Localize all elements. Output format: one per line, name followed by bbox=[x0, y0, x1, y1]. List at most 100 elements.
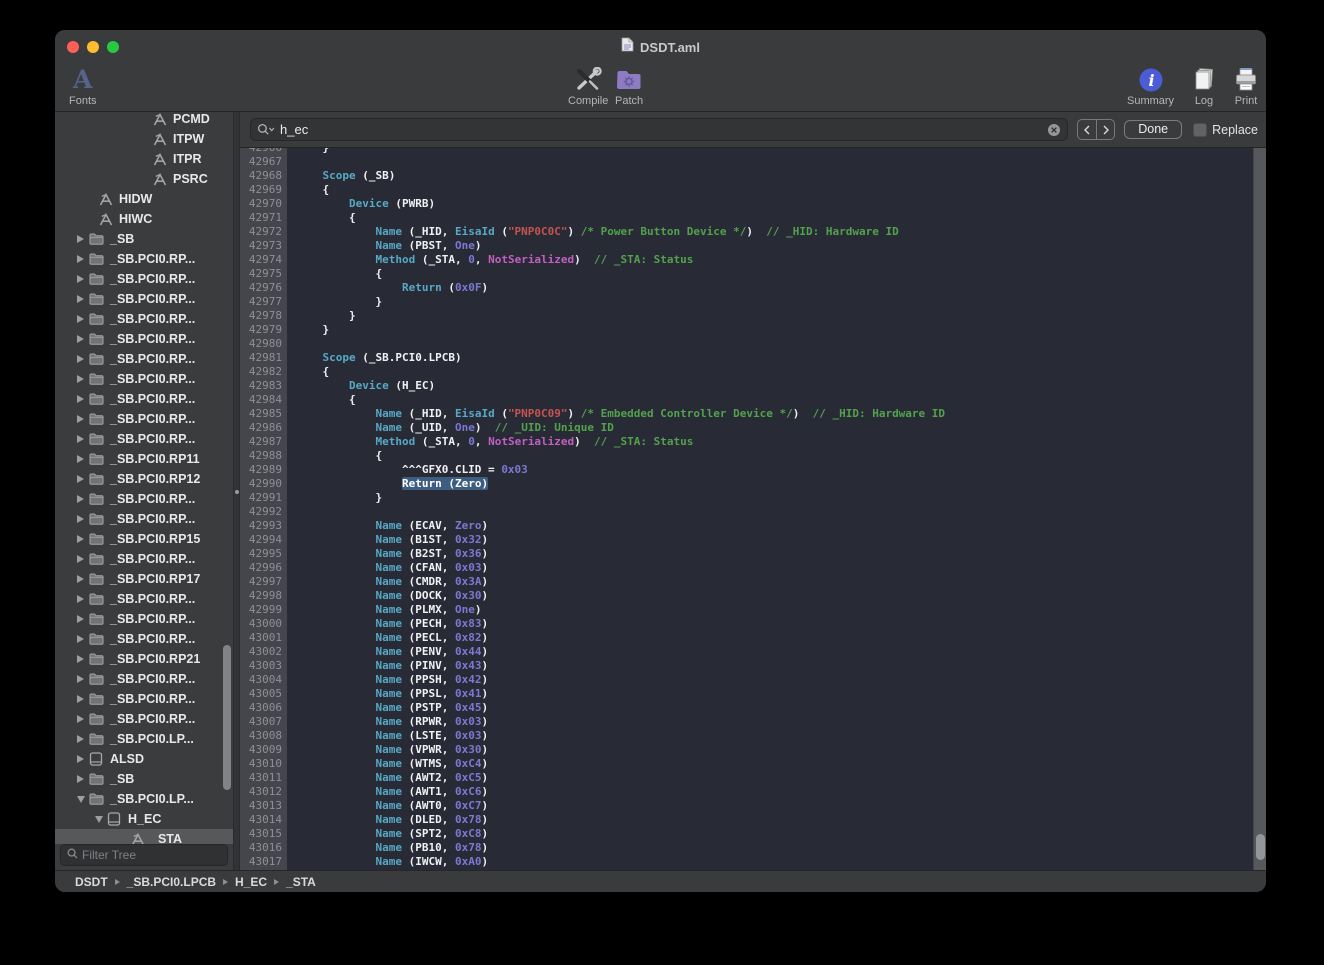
patch-button[interactable]: Patch bbox=[615, 66, 643, 107]
disclosure-collapsed-icon[interactable] bbox=[77, 274, 88, 284]
disclosure-collapsed-icon[interactable] bbox=[77, 414, 88, 424]
disclosure-collapsed-icon[interactable] bbox=[77, 534, 88, 544]
tree-item-_sbpci0rp[interactable]: _SB.PCI0.RP... bbox=[55, 289, 233, 309]
tree-item-_sta[interactable]: _STA bbox=[55, 829, 233, 844]
tree-item-label: _SB.PCI0.RP... bbox=[110, 632, 195, 646]
breadcrumb-item[interactable]: DSDT bbox=[75, 875, 108, 889]
replace-toggle[interactable]: Replace bbox=[1193, 123, 1258, 137]
find-field[interactable] bbox=[250, 118, 1068, 141]
disclosure-collapsed-icon[interactable] bbox=[77, 594, 88, 604]
disclosure-collapsed-icon[interactable] bbox=[77, 394, 88, 404]
tree-item-_sbpci0rp[interactable]: _SB.PCI0.RP... bbox=[55, 689, 233, 709]
editor-scrollbar[interactable] bbox=[1253, 148, 1266, 870]
disclosure-collapsed-icon[interactable] bbox=[77, 654, 88, 664]
tree-item-itpw[interactable]: ITPW bbox=[55, 129, 233, 149]
tree-item-_sbpci0rp[interactable]: _SB.PCI0.RP... bbox=[55, 589, 233, 609]
tree-item-_sbpci0rp[interactable]: _SB.PCI0.RP... bbox=[55, 489, 233, 509]
disclosure-collapsed-icon[interactable] bbox=[77, 714, 88, 724]
minimize-button[interactable] bbox=[87, 41, 99, 53]
code-editor[interactable]: 4296642967429684296942970429714297242973… bbox=[240, 148, 1266, 870]
tree-item-psrc[interactable]: PSRC bbox=[55, 169, 233, 189]
find-previous-button[interactable] bbox=[1078, 120, 1096, 139]
tree-item-h_ec[interactable]: H_EC bbox=[55, 809, 233, 829]
line-number: 43003 bbox=[240, 659, 282, 673]
disclosure-collapsed-icon[interactable] bbox=[77, 734, 88, 744]
tree-item-_sbpci0rp[interactable]: _SB.PCI0.RP... bbox=[55, 389, 233, 409]
tree-item-_sbpci0lp[interactable]: _SB.PCI0.LP... bbox=[55, 789, 233, 809]
zoom-button[interactable] bbox=[107, 41, 119, 53]
disclosure-collapsed-icon[interactable] bbox=[77, 634, 88, 644]
tree-item-_sbpci0rp[interactable]: _SB.PCI0.RP... bbox=[55, 429, 233, 449]
tree-item-_sbpci0lp[interactable]: _SB.PCI0.LP... bbox=[55, 729, 233, 749]
disclosure-collapsed-icon[interactable] bbox=[77, 614, 88, 624]
editor-scrollbar-thumb[interactable] bbox=[1256, 834, 1265, 860]
disclosure-expanded-icon[interactable] bbox=[95, 814, 106, 824]
disclosure-collapsed-icon[interactable] bbox=[77, 514, 88, 524]
log-button[interactable]: Log bbox=[1191, 66, 1217, 107]
tree-item-_sb[interactable]: _SB bbox=[55, 769, 233, 789]
tree-item-_sbpci0rp[interactable]: _SB.PCI0.RP... bbox=[55, 369, 233, 389]
tree-item-hiwc[interactable]: HIWC bbox=[55, 209, 233, 229]
breadcrumb-item[interactable]: H_EC bbox=[235, 875, 267, 889]
tree-item-_sbpci0rp[interactable]: _SB.PCI0.RP... bbox=[55, 349, 233, 369]
tree-item-_sbpci0rp[interactable]: _SB.PCI0.RP... bbox=[55, 309, 233, 329]
disclosure-collapsed-icon[interactable] bbox=[77, 374, 88, 384]
tree-item-pcmd[interactable]: PCMD bbox=[55, 112, 233, 129]
disclosure-collapsed-icon[interactable] bbox=[77, 354, 88, 364]
disclosure-collapsed-icon[interactable] bbox=[77, 334, 88, 344]
disclosure-collapsed-icon[interactable] bbox=[77, 674, 88, 684]
tree-item-hidw[interactable]: HIDW bbox=[55, 189, 233, 209]
replace-checkbox[interactable] bbox=[1193, 123, 1207, 137]
tree-item-_sbpci0rp[interactable]: _SB.PCI0.RP... bbox=[55, 609, 233, 629]
tree-item-alsd[interactable]: ALSD bbox=[55, 749, 233, 769]
tree-item-_sbpci0rp[interactable]: _SB.PCI0.RP... bbox=[55, 709, 233, 729]
clear-search-icon[interactable] bbox=[1047, 123, 1061, 137]
disclosure-collapsed-icon[interactable] bbox=[77, 434, 88, 444]
disclosure-collapsed-icon[interactable] bbox=[77, 774, 88, 784]
tree-item-_sbpci0rp[interactable]: _SB.PCI0.RP... bbox=[55, 269, 233, 289]
disclosure-collapsed-icon[interactable] bbox=[77, 694, 88, 704]
disclosure-collapsed-icon[interactable] bbox=[77, 474, 88, 484]
pane-splitter[interactable] bbox=[233, 112, 240, 870]
disclosure-collapsed-icon[interactable] bbox=[77, 574, 88, 584]
tree-item-_sbpci0rp11[interactable]: _SB.PCI0.RP11 bbox=[55, 449, 233, 469]
tree-item-itpr[interactable]: ITPR bbox=[55, 149, 233, 169]
tree-item-_sbpci0rp[interactable]: _SB.PCI0.RP... bbox=[55, 329, 233, 349]
tree-item-_sbpci0rp15[interactable]: _SB.PCI0.RP15 bbox=[55, 529, 233, 549]
done-button[interactable]: Done bbox=[1124, 120, 1182, 139]
summary-button[interactable]: i Summary bbox=[1127, 66, 1174, 107]
find-next-button[interactable] bbox=[1096, 120, 1114, 139]
compile-button[interactable]: Compile bbox=[568, 66, 608, 107]
print-button[interactable]: Print bbox=[1233, 66, 1259, 107]
tree-item-_sbpci0rp12[interactable]: _SB.PCI0.RP12 bbox=[55, 469, 233, 489]
breadcrumb-item[interactable]: _SB.PCI0.LPCB bbox=[127, 875, 216, 889]
tree-item-_sb[interactable]: _SB bbox=[55, 229, 233, 249]
code-line: Name (AWT0, 0xC7) bbox=[296, 799, 1253, 813]
tree-item-_sbpci0rp[interactable]: _SB.PCI0.RP... bbox=[55, 409, 233, 429]
disclosure-expanded-icon[interactable] bbox=[77, 794, 88, 804]
tree-item-_sbpci0rp17[interactable]: _SB.PCI0.RP17 bbox=[55, 569, 233, 589]
tree-item-_sbpci0rp[interactable]: _SB.PCI0.RP... bbox=[55, 669, 233, 689]
breadcrumb-item[interactable]: _STA bbox=[286, 875, 316, 889]
disclosure-collapsed-icon[interactable] bbox=[77, 454, 88, 464]
disclosure-collapsed-icon[interactable] bbox=[77, 314, 88, 324]
filter-tree-field[interactable] bbox=[60, 844, 228, 866]
disclosure-collapsed-icon[interactable] bbox=[77, 234, 88, 244]
code-pane[interactable]: } Scope (_SB) { Device (PWRB) { Name (_H… bbox=[287, 148, 1253, 870]
disclosure-collapsed-icon[interactable] bbox=[77, 494, 88, 504]
disclosure-collapsed-icon[interactable] bbox=[77, 554, 88, 564]
fonts-button[interactable]: A Fonts bbox=[69, 66, 97, 107]
tree-item-_sbpci0rp[interactable]: _SB.PCI0.RP... bbox=[55, 629, 233, 649]
tree-item-label: _SB.PCI0.RP15 bbox=[110, 532, 200, 546]
tree-item-_sbpci0rp[interactable]: _SB.PCI0.RP... bbox=[55, 249, 233, 269]
find-input[interactable] bbox=[280, 122, 1042, 137]
disclosure-collapsed-icon[interactable] bbox=[77, 254, 88, 264]
disclosure-collapsed-icon[interactable] bbox=[77, 294, 88, 304]
filter-tree-input[interactable] bbox=[82, 848, 221, 862]
sidebar-scrollbar-thumb[interactable] bbox=[223, 645, 231, 790]
tree-item-_sbpci0rp21[interactable]: _SB.PCI0.RP21 bbox=[55, 649, 233, 669]
close-button[interactable] bbox=[67, 41, 79, 53]
disclosure-collapsed-icon[interactable] bbox=[77, 754, 88, 764]
tree-item-_sbpci0rp[interactable]: _SB.PCI0.RP... bbox=[55, 509, 233, 529]
tree-item-_sbpci0rp[interactable]: _SB.PCI0.RP... bbox=[55, 549, 233, 569]
